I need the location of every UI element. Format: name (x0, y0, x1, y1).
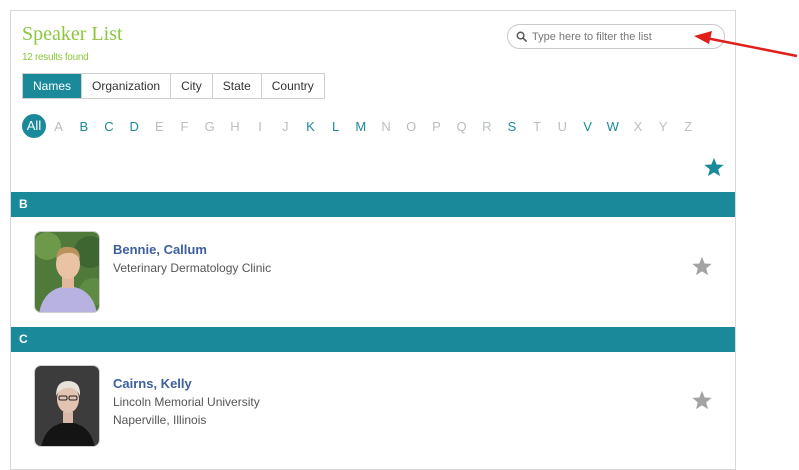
red-arrow-annotation-icon (694, 31, 798, 58)
